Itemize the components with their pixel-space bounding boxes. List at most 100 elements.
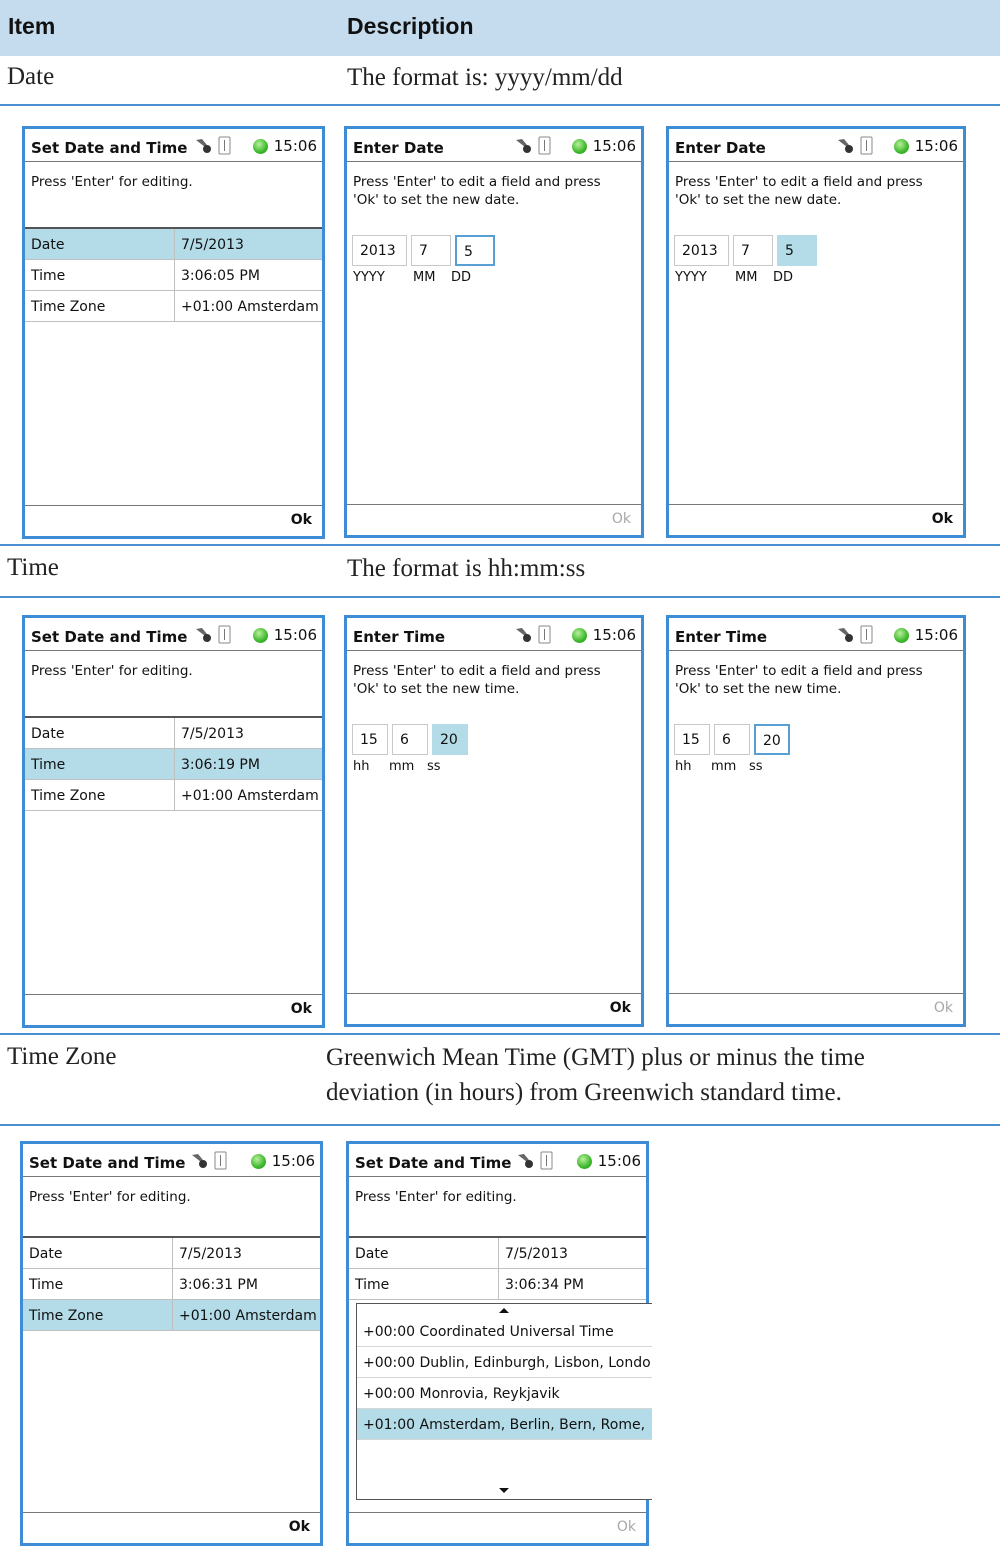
day-field[interactable]: 5 <box>777 235 817 266</box>
instruction-text: Press 'Enter' to edit a field and press '… <box>353 174 601 208</box>
screen-title: Set Date and Time <box>31 628 188 646</box>
list-row-date[interactable]: Date 7/5/2013 <box>349 1238 646 1269</box>
time-field-labels: hh mm ss <box>675 759 763 774</box>
instruction-text: Press 'Enter' to edit a field and press '… <box>675 174 923 208</box>
device-status-icons <box>516 625 551 644</box>
row-divider <box>0 1033 1000 1035</box>
status-led-icon <box>252 138 268 154</box>
row-divider <box>0 104 1000 106</box>
screen-title: Set Date and Time <box>355 1154 512 1172</box>
settings-list: Date 7/5/2013 Time 3:06:05 PM Time Zone +01… <box>25 227 322 322</box>
row-item-timezone: Time Zone <box>7 1043 117 1070</box>
list-row-timezone[interactable]: Time Zone +01:00 Amsterdam <box>25 780 322 811</box>
clock: 15:06 <box>250 1152 315 1170</box>
table-header: Item Description <box>0 0 1000 56</box>
month-field[interactable]: 7 <box>411 235 451 266</box>
screen-title: Enter Date <box>353 139 444 157</box>
screen-titlebar: Set Date and Time 15:06 <box>25 129 322 162</box>
ok-button[interactable]: Ok <box>617 1519 636 1535</box>
device-status-icons <box>838 625 873 644</box>
settings-list: Date 7/5/2013 Time 3:06:34 PM <box>349 1236 646 1300</box>
date-field-labels: YYYY MM DD <box>675 270 794 285</box>
clock: 15:06 <box>571 626 636 644</box>
instruction-text: Press 'Enter' for editing. <box>31 174 193 190</box>
year-field[interactable]: 2013 <box>674 235 729 266</box>
settings-list: Date 7/5/2013 Time 3:06:19 PM Time Zone +01… <box>25 716 322 811</box>
header-description: Description <box>347 13 474 39</box>
screen-set-date-time-tz-selected: Set Date and Time 15:06 Press 'Enter' fo… <box>20 1141 323 1546</box>
screen-enter-date-editing: Enter Date 15:06 Press 'Enter' to edit a… <box>344 126 644 538</box>
second-field[interactable]: 20 <box>754 724 790 755</box>
device-status-icons <box>196 625 231 644</box>
ok-button[interactable]: Ok <box>934 1000 953 1016</box>
row-desc-date: The format is: yyyy/mm/dd <box>347 64 623 91</box>
minute-field[interactable]: 6 <box>714 724 750 755</box>
screen-set-date-time-tz-dropdown: Set Date and Time 15:06 Press 'Enter' fo… <box>346 1141 652 1546</box>
instruction-text: Press 'Enter' for editing. <box>31 663 193 679</box>
ok-bar: Ok <box>25 505 322 536</box>
instruction-text: Press 'Enter' for editing. <box>29 1189 191 1205</box>
timezone-dropdown[interactable]: +00:00 Coordinated Universal Time +00:00… <box>356 1303 652 1500</box>
time-field-labels: hh mm ss <box>353 759 441 774</box>
date-fields: 2013 7 5 <box>352 235 499 266</box>
instruction-text: Press 'Enter' to edit a field and press '… <box>675 663 923 697</box>
instruction-text: Press 'Enter' for editing. <box>355 1189 517 1205</box>
screen-enter-date-selected: Enter Date 15:06 Press 'Enter' to edit a… <box>666 126 966 538</box>
scroll-down-icon[interactable] <box>499 1488 509 1493</box>
timezone-option[interactable]: +00:00 Dublin, Edinburgh, Lisbon, Londo <box>357 1347 652 1378</box>
screen-title: Set Date and Time <box>31 139 188 157</box>
second-field[interactable]: 20 <box>432 724 468 755</box>
month-field[interactable]: 7 <box>733 235 773 266</box>
status-led-icon <box>893 138 909 154</box>
status-led-icon <box>571 138 587 154</box>
status-led-icon <box>250 1153 266 1169</box>
list-row-date[interactable]: Date 7/5/2013 <box>25 229 322 260</box>
list-row-timezone[interactable]: Time Zone +01:00 Amsterdam <box>23 1300 320 1331</box>
screen-title: Enter Time <box>353 628 446 646</box>
row-desc-timezone: Greenwich Mean Time (GMT) plus or minus … <box>326 1044 865 1106</box>
row-divider <box>0 596 1000 598</box>
screen-enter-time-selected: Enter Time 15:06 Press 'Enter' to edit a… <box>344 615 644 1027</box>
device-status-icons <box>192 1151 227 1170</box>
screen-set-date-time-time-selected: Set Date and Time 15:06 Press 'Enter' fo… <box>22 615 325 1028</box>
minute-field[interactable]: 6 <box>392 724 428 755</box>
row-item-date: Date <box>7 63 55 90</box>
list-row-time[interactable]: Time 3:06:05 PM <box>25 260 322 291</box>
status-led-icon <box>893 627 909 643</box>
status-led-icon <box>576 1153 592 1169</box>
row-divider <box>0 544 1000 546</box>
scroll-up-icon[interactable] <box>499 1308 509 1313</box>
ok-button[interactable]: Ok <box>291 512 312 528</box>
list-row-date[interactable]: Date 7/5/2013 <box>23 1238 320 1269</box>
screen-title: Enter Date <box>675 139 766 157</box>
hour-field[interactable]: 15 <box>352 724 388 755</box>
timezone-option-selected[interactable]: +01:00 Amsterdam, Berlin, Bern, Rome, <box>357 1409 652 1440</box>
list-row-timezone[interactable]: Time Zone +01:00 Amsterdam <box>25 291 322 322</box>
ok-button[interactable]: Ok <box>610 1000 631 1016</box>
list-row-time[interactable]: Time 3:06:19 PM <box>25 749 322 780</box>
list-row-time[interactable]: Time 3:06:34 PM <box>349 1269 646 1300</box>
instruction-text: Press 'Enter' to edit a field and press '… <box>353 663 601 697</box>
clock: 15:06 <box>893 137 958 155</box>
settings-list: Date 7/5/2013 Time 3:06:31 PM Time Zone +01… <box>23 1236 320 1331</box>
header-item: Item <box>8 13 56 39</box>
device-status-icons <box>838 136 873 155</box>
year-field[interactable]: 2013 <box>352 235 407 266</box>
list-row-time[interactable]: Time 3:06:31 PM <box>23 1269 320 1300</box>
ok-button[interactable]: Ok <box>612 511 631 527</box>
timezone-option[interactable]: +00:00 Coordinated Universal Time <box>357 1316 652 1347</box>
device-status-icons <box>518 1151 553 1170</box>
day-field[interactable]: 5 <box>455 235 495 266</box>
hour-field[interactable]: 15 <box>674 724 710 755</box>
clock: 15:06 <box>893 626 958 644</box>
time-fields: 15 6 20 <box>352 724 472 755</box>
ok-button[interactable]: Ok <box>932 511 953 527</box>
ok-button[interactable]: Ok <box>289 1519 310 1535</box>
list-row-date[interactable]: Date 7/5/2013 <box>25 718 322 749</box>
ok-button[interactable]: Ok <box>291 1001 312 1017</box>
timezone-option[interactable]: +00:00 Monrovia, Reykjavik <box>357 1378 652 1409</box>
date-fields: 2013 7 5 <box>674 235 821 266</box>
date-field-labels: YYYY MM DD <box>353 270 472 285</box>
device-status-icons <box>196 136 231 155</box>
clock: 15:06 <box>252 137 317 155</box>
